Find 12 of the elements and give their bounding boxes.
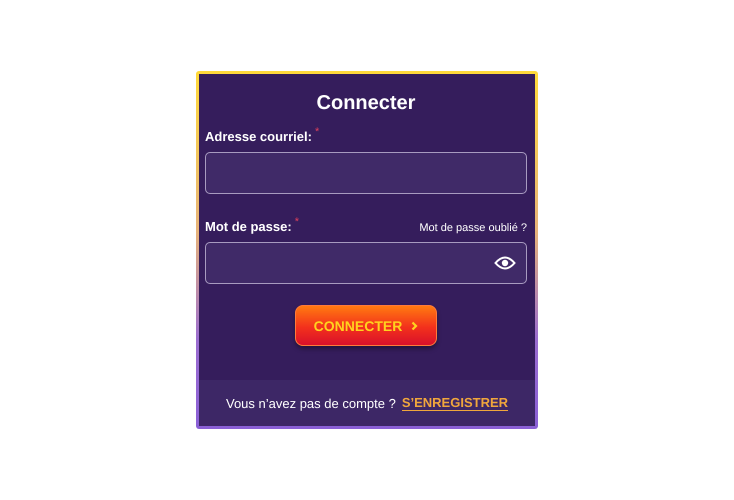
- field-label: Mot de passe:: [205, 219, 292, 234]
- form-title: Connecter: [316, 92, 416, 115]
- chevron-icon: [411, 320, 418, 330]
- eye-icon[interactable]: [494, 256, 516, 270]
- password-field[interactable]: [205, 242, 527, 284]
- required-mark: *: [294, 216, 299, 228]
- required-mark: *: [314, 126, 320, 138]
- email-field[interactable]: [205, 152, 527, 194]
- no-account-text: Vous n’avez pas de compte ?: [226, 396, 396, 410]
- field-label: Adresse courriel:: [205, 129, 312, 144]
- register-link[interactable]: S’ENREGISTRER: [402, 395, 508, 411]
- forgot-password-link[interactable]: Mot de passe oublié ?: [419, 222, 527, 234]
